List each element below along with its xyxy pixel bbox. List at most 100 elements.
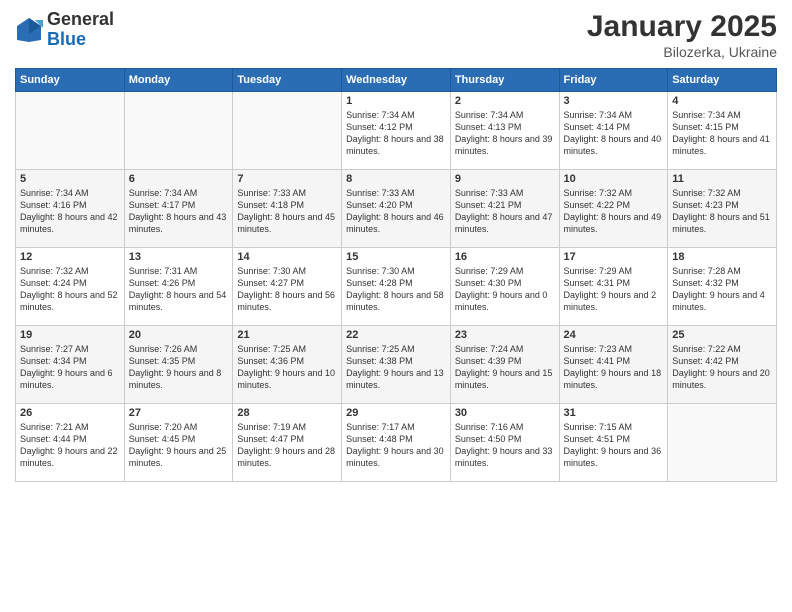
week-row-0: 1 Sunrise: 7:34 AM Sunset: 4:12 PM Daylig… xyxy=(16,92,777,170)
day-info: Sunrise: 7:22 AM Sunset: 4:42 PM Dayligh… xyxy=(672,343,772,392)
day-number: 30 xyxy=(455,407,555,419)
day-info: Sunrise: 7:33 AM Sunset: 4:21 PM Dayligh… xyxy=(455,187,555,236)
calendar-cell: 10 Sunrise: 7:32 AM Sunset: 4:22 PM Dayli… xyxy=(559,170,668,248)
day-info: Sunrise: 7:25 AM Sunset: 4:38 PM Dayligh… xyxy=(346,343,446,392)
day-info: Sunrise: 7:21 AM Sunset: 4:44 PM Dayligh… xyxy=(20,421,120,470)
header-day-saturday: Saturday xyxy=(668,69,777,92)
calendar-cell: 13Sunrise: 7:31 AM Sunset: 4:26 PM Dayli… xyxy=(124,248,233,326)
header-day-tuesday: Tuesday xyxy=(233,69,342,92)
logo: General Blue xyxy=(15,10,114,50)
day-info: Sunrise: 7:30 AM Sunset: 4:28 PM Dayligh… xyxy=(346,265,446,314)
calendar-cell: 24 Sunrise: 7:23 AM Sunset: 4:41 PM Dayli… xyxy=(559,326,668,404)
title-section: January 2025 Bilozerka, Ukraine xyxy=(587,10,777,60)
header-day-thursday: Thursday xyxy=(450,69,559,92)
day-info: Sunrise: 7:20 AM Sunset: 4:45 PM Dayligh… xyxy=(129,421,229,470)
day-info: Sunrise: 7:30 AM Sunset: 4:27 PM Dayligh… xyxy=(237,265,337,314)
day-number: 19 xyxy=(20,329,120,341)
logo-text: General Blue xyxy=(47,10,114,50)
day-info: Sunrise: 7:17 AM Sunset: 4:48 PM Dayligh… xyxy=(346,421,446,470)
page: General Blue January 2025 Bilozerka, Ukr… xyxy=(0,0,792,612)
day-info: Sunrise: 7:31 AM Sunset: 4:26 PM Dayligh… xyxy=(129,265,229,314)
calendar-cell: 19 Sunrise: 7:27 AM Sunset: 4:34 PM Dayli… xyxy=(16,326,125,404)
day-info: Sunrise: 7:27 AM Sunset: 4:34 PM Dayligh… xyxy=(20,343,120,392)
day-info: Sunrise: 7:25 AM Sunset: 4:36 PM Dayligh… xyxy=(237,343,337,392)
day-info: Sunrise: 7:34 AM Sunset: 4:14 PM Dayligh… xyxy=(564,109,664,158)
day-number: 16 xyxy=(455,251,555,263)
day-info: Sunrise: 7:32 AM Sunset: 4:22 PM Dayligh… xyxy=(564,187,664,236)
day-number: 20 xyxy=(129,329,229,341)
calendar-cell: 7 Sunrise: 7:33 AM Sunset: 4:18 PM Daylig… xyxy=(233,170,342,248)
header-row: SundayMondayTuesdayWednesdayThursdayFrid… xyxy=(16,69,777,92)
calendar-cell: 27 Sunrise: 7:20 AM Sunset: 4:45 PM Dayli… xyxy=(124,404,233,482)
week-row-4: 26 Sunrise: 7:21 AM Sunset: 4:44 PM Dayli… xyxy=(16,404,777,482)
logo-blue: Blue xyxy=(47,30,114,50)
calendar-cell: 14 Sunrise: 7:30 AM Sunset: 4:27 PM Dayli… xyxy=(233,248,342,326)
day-info: Sunrise: 7:33 AM Sunset: 4:20 PM Dayligh… xyxy=(346,187,446,236)
location-subtitle: Bilozerka, Ukraine xyxy=(587,44,777,60)
day-number: 8 xyxy=(346,173,446,185)
logo-icon xyxy=(15,16,43,44)
calendar-cell: 16Sunrise: 7:29 AM Sunset: 4:30 PM Dayli… xyxy=(450,248,559,326)
day-number: 21 xyxy=(237,329,337,341)
day-number: 24 xyxy=(564,329,664,341)
day-number: 27 xyxy=(129,407,229,419)
calendar-header: SundayMondayTuesdayWednesdayThursdayFrid… xyxy=(16,69,777,92)
calendar-cell: 5 Sunrise: 7:34 AM Sunset: 4:16 PM Daylig… xyxy=(16,170,125,248)
day-number: 4 xyxy=(672,95,772,107)
calendar-cell: 25 Sunrise: 7:22 AM Sunset: 4:42 PM Dayli… xyxy=(668,326,777,404)
day-info: Sunrise: 7:33 AM Sunset: 4:18 PM Dayligh… xyxy=(237,187,337,236)
calendar-cell: 2 Sunrise: 7:34 AM Sunset: 4:13 PM Daylig… xyxy=(450,92,559,170)
day-number: 11 xyxy=(672,173,772,185)
calendar-cell: 22 Sunrise: 7:25 AM Sunset: 4:38 PM Dayli… xyxy=(342,326,451,404)
day-info: Sunrise: 7:16 AM Sunset: 4:50 PM Dayligh… xyxy=(455,421,555,470)
header-day-sunday: Sunday xyxy=(16,69,125,92)
day-number: 31 xyxy=(564,407,664,419)
day-number: 28 xyxy=(237,407,337,419)
header: General Blue January 2025 Bilozerka, Ukr… xyxy=(15,10,777,60)
calendar-cell: 29Sunrise: 7:17 AM Sunset: 4:48 PM Dayli… xyxy=(342,404,451,482)
day-number: 22 xyxy=(346,329,446,341)
day-number: 10 xyxy=(564,173,664,185)
week-row-1: 5 Sunrise: 7:34 AM Sunset: 4:16 PM Daylig… xyxy=(16,170,777,248)
header-day-monday: Monday xyxy=(124,69,233,92)
calendar-body: 1 Sunrise: 7:34 AM Sunset: 4:12 PM Daylig… xyxy=(16,92,777,482)
day-number: 9 xyxy=(455,173,555,185)
calendar-cell: 8 Sunrise: 7:33 AM Sunset: 4:20 PM Daylig… xyxy=(342,170,451,248)
day-info: Sunrise: 7:26 AM Sunset: 4:35 PM Dayligh… xyxy=(129,343,229,392)
calendar-cell: 30 Sunrise: 7:16 AM Sunset: 4:50 PM Dayli… xyxy=(450,404,559,482)
day-info: Sunrise: 7:34 AM Sunset: 4:13 PM Dayligh… xyxy=(455,109,555,158)
day-number: 23 xyxy=(455,329,555,341)
calendar-cell: 31 Sunrise: 7:15 AM Sunset: 4:51 PM Dayli… xyxy=(559,404,668,482)
day-info: Sunrise: 7:28 AM Sunset: 4:32 PM Dayligh… xyxy=(672,265,772,314)
calendar-cell: 26 Sunrise: 7:21 AM Sunset: 4:44 PM Dayli… xyxy=(16,404,125,482)
calendar-cell: 21 Sunrise: 7:25 AM Sunset: 4:36 PM Dayli… xyxy=(233,326,342,404)
day-number: 2 xyxy=(455,95,555,107)
calendar-cell: 12Sunrise: 7:32 AM Sunset: 4:24 PM Dayli… xyxy=(16,248,125,326)
day-info: Sunrise: 7:34 AM Sunset: 4:12 PM Dayligh… xyxy=(346,109,446,158)
calendar-cell: 9 Sunrise: 7:33 AM Sunset: 4:21 PM Daylig… xyxy=(450,170,559,248)
day-info: Sunrise: 7:34 AM Sunset: 4:16 PM Dayligh… xyxy=(20,187,120,236)
header-day-friday: Friday xyxy=(559,69,668,92)
calendar-cell: 4Sunrise: 7:34 AM Sunset: 4:15 PM Daylig… xyxy=(668,92,777,170)
calendar-cell: 3Sunrise: 7:34 AM Sunset: 4:14 PM Daylig… xyxy=(559,92,668,170)
calendar-cell xyxy=(233,92,342,170)
calendar-cell: 18Sunrise: 7:28 AM Sunset: 4:32 PM Dayli… xyxy=(668,248,777,326)
calendar-cell xyxy=(124,92,233,170)
calendar-cell: 17 Sunrise: 7:29 AM Sunset: 4:31 PM Dayli… xyxy=(559,248,668,326)
month-title: January 2025 xyxy=(587,10,777,44)
calendar-cell: 1 Sunrise: 7:34 AM Sunset: 4:12 PM Daylig… xyxy=(342,92,451,170)
day-number: 5 xyxy=(20,173,120,185)
calendar-cell: 28Sunrise: 7:19 AM Sunset: 4:47 PM Dayli… xyxy=(233,404,342,482)
day-number: 26 xyxy=(20,407,120,419)
day-number: 14 xyxy=(237,251,337,263)
day-number: 7 xyxy=(237,173,337,185)
day-number: 12 xyxy=(20,251,120,263)
day-number: 17 xyxy=(564,251,664,263)
day-info: Sunrise: 7:29 AM Sunset: 4:31 PM Dayligh… xyxy=(564,265,664,314)
day-info: Sunrise: 7:15 AM Sunset: 4:51 PM Dayligh… xyxy=(564,421,664,470)
day-number: 1 xyxy=(346,95,446,107)
day-number: 25 xyxy=(672,329,772,341)
day-info: Sunrise: 7:23 AM Sunset: 4:41 PM Dayligh… xyxy=(564,343,664,392)
calendar-cell: 11Sunrise: 7:32 AM Sunset: 4:23 PM Dayli… xyxy=(668,170,777,248)
calendar-cell: 23Sunrise: 7:24 AM Sunset: 4:39 PM Dayli… xyxy=(450,326,559,404)
